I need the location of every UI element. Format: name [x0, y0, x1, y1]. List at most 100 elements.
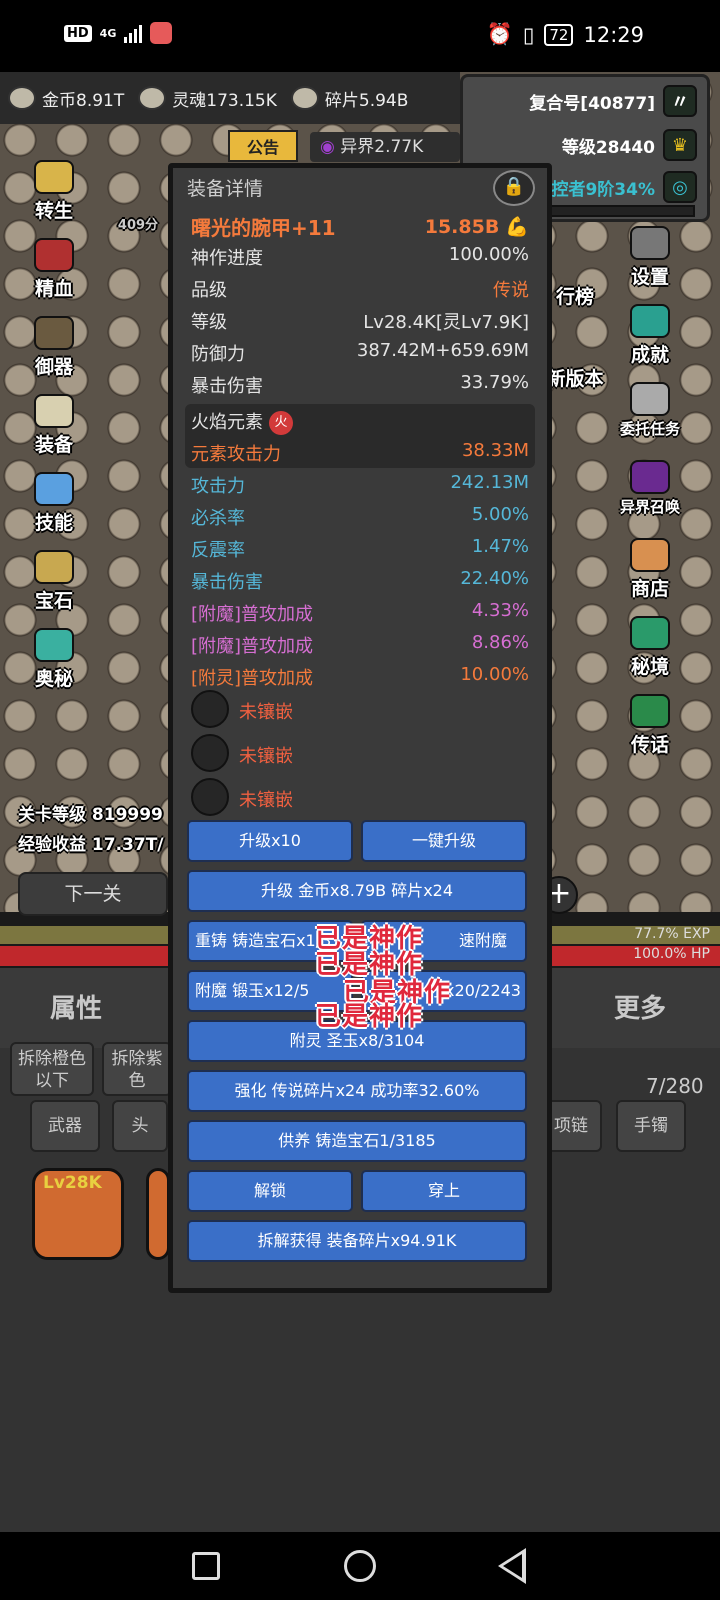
stat-label: 品级 — [191, 280, 227, 301]
dismantle-purple-button[interactable]: 拆除紫色 以下 — [102, 1042, 172, 1096]
bag-icon — [630, 538, 670, 572]
slot-head[interactable]: 头 — [112, 1100, 168, 1152]
network-label: 4G — [99, 26, 117, 40]
horn-icon — [630, 694, 670, 728]
inventory-item[interactable] — [146, 1168, 170, 1260]
tab-more[interactable]: 更多 — [614, 988, 666, 1025]
upgrade-x10-button[interactable]: 升级x10 — [187, 820, 353, 862]
inventory-count: 7/280 — [646, 1074, 704, 1098]
stat-label: 防御力 — [191, 344, 245, 365]
rank-label: 掌控者9阶34% — [534, 179, 655, 200]
unlock-button[interactable]: 解锁 — [187, 1170, 353, 1212]
gem-socket[interactable] — [191, 734, 229, 772]
shard-icon — [290, 86, 319, 110]
portal-icon: ◉ — [320, 137, 341, 157]
stage-level: 关卡等级 819999 — [18, 805, 163, 825]
fire-icon: 火 — [269, 411, 293, 435]
left-menu: 转生 精血 御器 装备 技能 宝石 奥秘 — [14, 160, 94, 692]
socket-label: 未镶嵌 — [239, 702, 293, 723]
socket-label: 未镶嵌 — [239, 746, 293, 767]
upgrade-cost-button[interactable]: 升级 金币x8.79B 碎片x24 — [187, 870, 527, 912]
gem-bag-icon — [34, 550, 74, 584]
equip-button[interactable]: 穿上 — [361, 1170, 527, 1212]
swirl-icon[interactable]: ◎ — [663, 171, 697, 203]
menu-skill[interactable]: 技能 — [14, 472, 94, 536]
menu-secret[interactable]: 秘境 — [610, 616, 690, 680]
shard-resource: 碎片5.94B — [290, 86, 408, 111]
cross-icon — [34, 160, 74, 194]
back-icon[interactable] — [498, 1548, 526, 1584]
otherworld-counter[interactable]: ◉ 异界2.77K — [310, 132, 460, 162]
gold-resource: 金币8.91T — [8, 86, 124, 111]
exp-income: 经验收益 17.37T/ — [18, 835, 164, 855]
item-power: 15.85B 💪 — [424, 215, 529, 239]
inventory-item[interactable]: Lv28K — [32, 1168, 124, 1260]
stat-label: 暴击伤害 — [191, 572, 263, 593]
stat-value: 100.00% — [448, 244, 529, 265]
menu-settings[interactable]: 设置 — [610, 226, 690, 290]
lock-icon[interactable]: 🔒 — [493, 170, 535, 206]
gem-socket[interactable] — [191, 690, 229, 728]
dismantle-button[interactable]: 拆解获得 装备碎片x94.91K — [187, 1220, 527, 1262]
right-menu: 设置 成就 委托任务 异界召唤 商店 秘境 传话 — [610, 226, 690, 758]
notice-button[interactable]: 公告 — [228, 130, 298, 162]
hd-icon: HD — [64, 24, 92, 42]
home-icon[interactable] — [344, 1550, 376, 1582]
one-key-upgrade-button[interactable]: 一键升级 — [361, 820, 527, 862]
menu-blood[interactable]: 精血 — [14, 238, 94, 302]
gem-socket[interactable] — [191, 778, 229, 816]
signal-icon — [124, 23, 143, 43]
clock: 12:29 — [583, 22, 644, 47]
stat-value: 传说 — [493, 280, 529, 301]
battery-icon: 72 — [544, 23, 574, 46]
menu-arcana[interactable]: 奥秘 — [14, 628, 94, 692]
soul-resource: 灵魂173.15K — [138, 86, 277, 111]
vortex-icon — [630, 616, 670, 650]
strengthen-button[interactable]: 强化 传说碎片x24 成功率32.60% — [187, 1070, 527, 1112]
menu-weapon[interactable]: 御器 — [14, 316, 94, 380]
soul-icon — [138, 86, 167, 110]
next-stage-button[interactable]: 下一关 — [18, 872, 168, 916]
nurture-button[interactable]: 供养 铸造宝石1/3185 — [187, 1120, 527, 1162]
stat-label: 暴击伤害 — [191, 376, 263, 397]
scroll-icon — [630, 382, 670, 416]
star-icon — [34, 628, 74, 662]
stat-label: 神作进度 — [191, 248, 263, 269]
portal-icon — [630, 460, 670, 494]
recent-apps-icon[interactable] — [192, 1552, 220, 1580]
stat-value: 22.40% — [460, 568, 529, 589]
menu-message[interactable]: 传话 — [610, 694, 690, 758]
element-name: 火焰元素火 — [191, 408, 293, 435]
crystal-icon — [34, 472, 74, 506]
enchant-value: 4.33% — [471, 600, 529, 621]
menu-achievements[interactable]: 成就 — [610, 304, 690, 368]
stat-value: 5.00% — [471, 504, 529, 525]
menu-rebirth[interactable]: 转生 — [14, 160, 94, 224]
menu-summon[interactable]: 异界召唤 — [610, 460, 690, 524]
element-attack-value: 38.33M — [461, 440, 529, 461]
vibrate-icon: ▯ — [522, 22, 535, 47]
crown-icon[interactable]: ♛ — [663, 129, 697, 161]
claw-icon[interactable]: 〃 — [663, 85, 697, 117]
menu-shop[interactable]: 商店 — [610, 538, 690, 602]
menu-equipment[interactable]: 装备 — [14, 394, 94, 458]
menu-gem[interactable]: 宝石 — [14, 550, 94, 614]
stat-label: 必杀率 — [191, 508, 245, 529]
stat-value: 33.79% — [460, 372, 529, 393]
meat-icon — [34, 238, 74, 272]
spirit-label: [附灵]普攻加成 — [191, 668, 314, 689]
enchant-label: [附魔]普攻加成 — [191, 604, 314, 625]
dismantle-orange-button[interactable]: 拆除橙色 以下 — [10, 1042, 94, 1096]
stat-label: 等级 — [191, 312, 227, 333]
menu-commission[interactable]: 委托任务 — [610, 382, 690, 446]
stat-value: 1.47% — [471, 536, 529, 557]
slot-bracelet[interactable]: 手镯 — [616, 1100, 686, 1152]
account-level: 等级28440 — [561, 137, 655, 158]
star-icon — [630, 304, 670, 338]
gold-icon — [8, 86, 36, 110]
armor-icon — [34, 394, 74, 428]
tab-attributes[interactable]: 属性 — [50, 988, 102, 1025]
score-badge: 409分 — [117, 218, 159, 233]
slot-weapon[interactable]: 武器 — [30, 1100, 100, 1152]
navigation-bar — [0, 1532, 720, 1600]
